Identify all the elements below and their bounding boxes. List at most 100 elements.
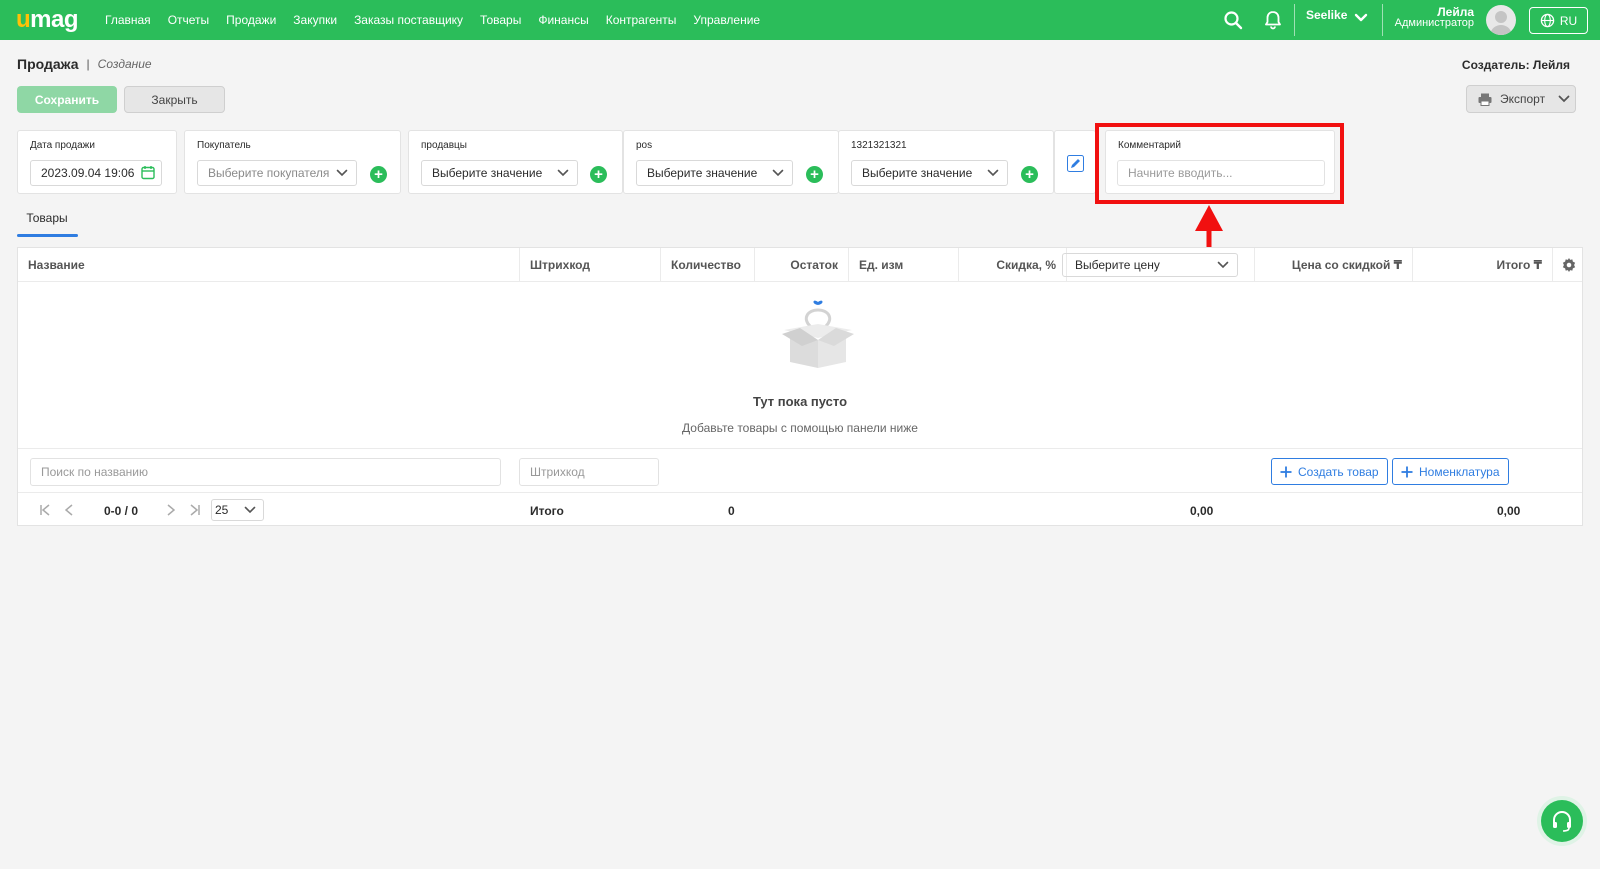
empty-subtitle: Добавьте товары с помощью панели ниже [682, 421, 918, 435]
chevron-down-icon [1217, 261, 1229, 269]
empty-state: Тут пока пусто Добавьте товары с помощью… [18, 282, 1582, 448]
buyer-card: Покупатель Выберите покупателя + [184, 130, 401, 194]
column-name[interactable]: Название [18, 248, 520, 282]
pagination-range: 0-0 / 0 [104, 504, 139, 518]
column-stock[interactable]: Остаток [755, 248, 849, 282]
page-size-select[interactable]: 25 [211, 499, 264, 521]
table-settings[interactable] [1553, 248, 1584, 282]
nav-item-sales[interactable]: Продажи [226, 13, 276, 27]
chevron-down-icon [336, 169, 348, 177]
user-role: Администратор [1394, 17, 1474, 29]
nav-item-management[interactable]: Управление [693, 13, 760, 27]
divider [1294, 4, 1295, 36]
add-buyer-button[interactable]: + [370, 166, 387, 183]
first-page-icon[interactable] [39, 504, 51, 516]
pos-value: Выберите значение [647, 166, 758, 180]
title-separator: | [86, 57, 90, 71]
table-header: Название Штрихкод Количество Остаток Ед.… [18, 248, 1582, 282]
barcode-input[interactable]: Штрихкод [519, 458, 659, 486]
buyer-placeholder: Выберите покупателя [208, 166, 330, 180]
nav-item-finance[interactable]: Финансы [538, 13, 588, 27]
sale-date-value: 2023.09.04 19:06 [41, 166, 135, 180]
create-product-label: Создать товар [1298, 464, 1379, 479]
price-type-value: Выберите цену [1075, 258, 1160, 272]
column-total[interactable]: Итого ₸ [1413, 248, 1553, 282]
next-page-icon[interactable] [167, 504, 175, 516]
sellers-label: продавцы [421, 140, 467, 151]
product-search-input[interactable]: Поиск по названию [30, 458, 501, 486]
umag-logo[interactable]: u mag [16, 6, 79, 34]
edit-fields-card [1054, 130, 1096, 194]
pos-card: pos Выберите значение + [623, 130, 839, 194]
sale-date-label: Дата продажи [30, 140, 95, 151]
edit-icon[interactable] [1067, 155, 1084, 172]
export-label: Экспорт [1500, 92, 1546, 106]
close-button[interactable]: Закрыть [124, 86, 225, 113]
column-discounted-price[interactable]: Цена со скидкой ₸ [1255, 248, 1413, 282]
buyer-label: Покупатель [197, 140, 251, 151]
nomenclature-label: Номенклатура [1419, 464, 1500, 479]
page-subtitle: Создание [97, 57, 152, 71]
prev-page-icon[interactable] [65, 504, 73, 516]
last-page-icon[interactable] [189, 504, 201, 516]
chevron-down-icon [557, 169, 569, 177]
bell-icon[interactable] [1261, 8, 1285, 32]
add-custom-field-button[interactable]: + [1021, 166, 1038, 183]
add-products-panel: Поиск по названию Штрихкод Создать товар… [18, 448, 1582, 493]
plus-icon [1401, 466, 1413, 477]
column-discount[interactable]: Скидка, % [959, 248, 1067, 282]
gear-icon [1562, 258, 1575, 272]
column-quantity[interactable]: Количество [661, 248, 755, 282]
empty-box-icon [782, 300, 854, 368]
organization-name[interactable]: Seelike [1306, 8, 1347, 22]
nav-item-supplier-orders[interactable]: Заказы поставщику [354, 13, 463, 27]
logo-letter: u [16, 6, 31, 33]
pos-select[interactable]: Выберите значение [636, 160, 793, 186]
chevron-down-icon [772, 169, 784, 177]
sellers-value: Выберите значение [432, 166, 543, 180]
creator-label: Создатель: Лейля [1461, 58, 1570, 72]
nav-item-counterparties[interactable]: Контрагенты [606, 13, 677, 27]
search-icon[interactable] [1221, 8, 1245, 32]
goods-table: Название Штрихкод Количество Остаток Ед.… [17, 247, 1583, 526]
add-seller-button[interactable]: + [590, 166, 607, 183]
create-product-button[interactable]: Создать товар [1271, 458, 1388, 485]
export-button[interactable]: Экспорт [1466, 85, 1576, 113]
chevron-down-icon [1558, 95, 1570, 103]
chevron-down-icon[interactable] [1354, 12, 1368, 26]
custom-field-select[interactable]: Выберите значение [851, 160, 1008, 186]
column-unit[interactable]: Ед. изм [849, 248, 959, 282]
footer-total-discounted: 0,00 [1190, 504, 1214, 518]
nav-item-reports[interactable]: Отчеты [168, 13, 209, 27]
main-nav: Главная Отчеты Продажи Закупки Заказы по… [105, 0, 760, 40]
calendar-icon[interactable] [141, 165, 155, 180]
footer-total-sum: 0,00 [1497, 504, 1521, 518]
save-button[interactable]: Сохранить [17, 86, 117, 113]
headset-icon [1553, 811, 1571, 832]
support-chat-button[interactable] [1541, 800, 1583, 842]
sellers-card: продавцы Выберите значение + [408, 130, 623, 194]
empty-title: Тут пока пусто [752, 394, 848, 409]
nav-item-purchases[interactable]: Закупки [293, 13, 337, 27]
column-barcode[interactable]: Штрихкод [520, 248, 661, 282]
sale-date-card: Дата продажи 2023.09.04 19:06 [17, 130, 177, 194]
nav-item-home[interactable]: Главная [105, 13, 151, 27]
buyer-select[interactable]: Выберите покупателя [197, 160, 357, 186]
plus-icon [1280, 466, 1292, 477]
custom-field-value: Выберите значение [862, 166, 973, 180]
tab-goods[interactable]: Товары [17, 211, 77, 225]
avatar[interactable] [1486, 5, 1516, 35]
language-code: RU [1559, 13, 1578, 28]
divider [1382, 4, 1383, 36]
sale-date-field[interactable]: 2023.09.04 19:06 [30, 160, 162, 186]
add-pos-button[interactable]: + [806, 166, 823, 183]
globe-icon [1540, 13, 1555, 28]
breadcrumb: Продажа | Создание [17, 56, 152, 72]
nomenclature-button[interactable]: Номенклатура [1392, 458, 1509, 485]
user-info[interactable]: Лейла Администратор [1394, 6, 1474, 29]
nav-item-products[interactable]: Товары [480, 13, 521, 27]
sellers-select[interactable]: Выберите значение [421, 160, 578, 186]
language-switcher[interactable]: RU [1529, 7, 1588, 34]
printer-icon [1478, 93, 1492, 106]
price-type-select[interactable]: Выберите цену [1062, 253, 1238, 277]
